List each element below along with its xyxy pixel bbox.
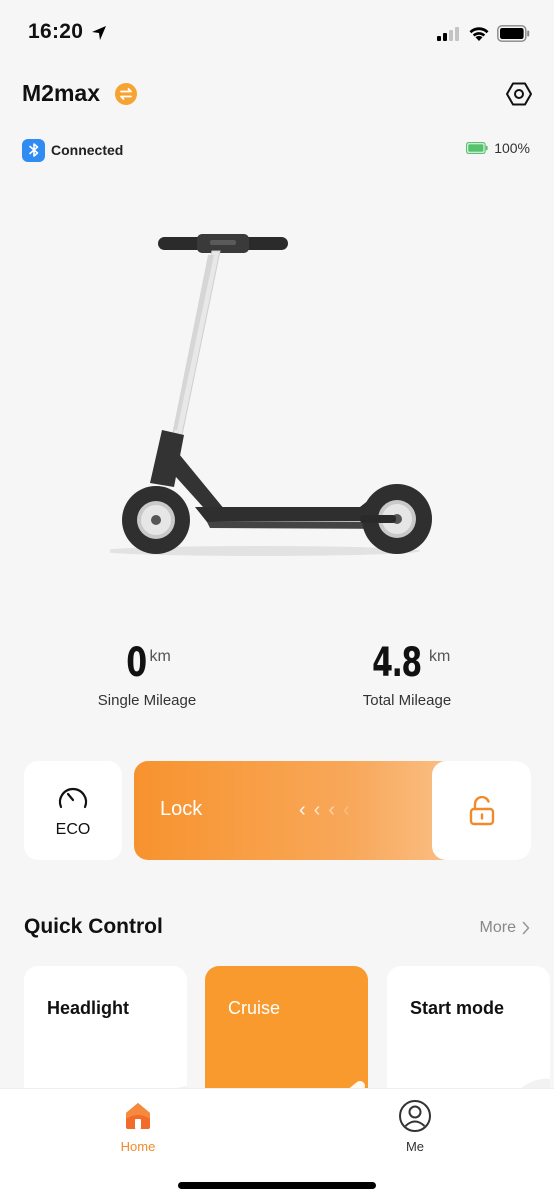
lock-label: Lock: [160, 798, 203, 820]
chevron-left-icon: ‹: [299, 799, 314, 821]
scooter-battery: 100%: [466, 140, 530, 156]
total-mileage-value: 4.8: [371, 640, 422, 686]
chevron-left-icon: ‹: [343, 799, 358, 821]
bluetooth-icon: [22, 138, 45, 162]
scooter-image: [110, 234, 432, 556]
scooter-battery-level: 100%: [494, 140, 530, 156]
lock-slider-handle[interactable]: [432, 761, 531, 860]
home-icon: [126, 1103, 150, 1129]
total-mileage: 4.8 km Total Mileage: [307, 640, 507, 709]
unlock-icon: [469, 795, 494, 825]
connection-label: Connected: [51, 142, 124, 158]
battery-icon: [497, 25, 530, 42]
chevron-right-icon: [522, 921, 530, 935]
chevron-left-icon: ‹: [328, 799, 344, 821]
status-time: 16:20: [28, 20, 84, 43]
cellular-signal-icon: [437, 27, 459, 41]
headlight-label: Headlight: [47, 998, 130, 1018]
speed-mode-label: ECO: [55, 820, 91, 838]
total-mileage-unit: km: [428, 648, 451, 665]
lock-slider[interactable]: Lock ‹‹‹‹: [134, 761, 531, 860]
single-mileage-value: 0: [126, 640, 147, 686]
nav-me-label: Me: [405, 1139, 425, 1154]
total-mileage-label: Total Mileage: [362, 692, 452, 709]
chevron-left-icon: ‹: [313, 799, 329, 821]
wifi-icon: [469, 27, 489, 41]
scooter-battery-icon: [466, 142, 488, 154]
single-mileage: 0 km Single Mileage: [47, 640, 247, 709]
connection-status: Connected: [22, 138, 123, 162]
nav-home-label: Home: [120, 1139, 156, 1154]
single-mileage-unit: km: [149, 648, 171, 665]
user-profile-icon: [399, 1100, 431, 1132]
single-mileage-label: Single Mileage: [97, 692, 197, 709]
device-name: M2max: [22, 80, 100, 106]
speed-mode-button[interactable]: ECO: [24, 761, 122, 860]
start-mode-label: Start mode: [410, 998, 505, 1018]
switch-device-icon[interactable]: [115, 83, 137, 105]
quick-control-title: Quick Control: [24, 915, 163, 938]
more-link[interactable]: More: [480, 919, 530, 937]
home-indicator: [178, 1182, 376, 1189]
hexagon-settings-icon[interactable]: [505, 80, 533, 108]
speedometer-icon: [58, 787, 88, 808]
location-arrow-icon: [92, 26, 106, 40]
more-label: More: [479, 919, 516, 936]
nav-home[interactable]: Home: [98, 1099, 178, 1154]
cruise-label: Cruise: [228, 998, 281, 1018]
status-bar: 16:20: [0, 0, 554, 66]
nav-me[interactable]: Me: [375, 1099, 455, 1154]
slide-chevrons: ‹‹‹‹: [299, 799, 358, 822]
